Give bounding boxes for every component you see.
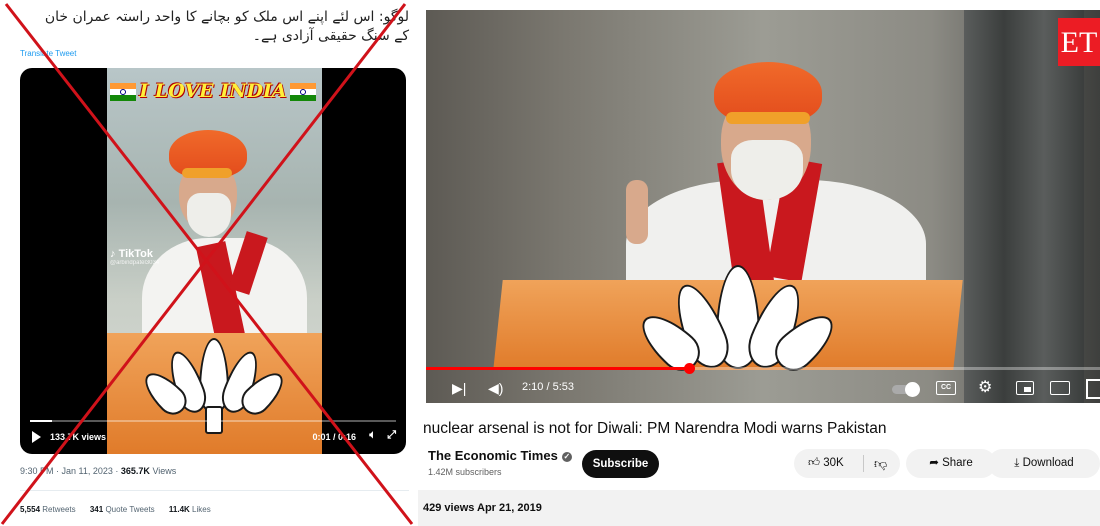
quote-tweets-stat[interactable]: 341 Quote Tweets: [90, 505, 155, 514]
share-icon: ➦: [929, 457, 939, 469]
subscribe-button[interactable]: Subscribe: [582, 450, 659, 478]
dislike-button[interactable]: 👎︎: [874, 449, 887, 478]
speaker-beard: [187, 193, 231, 237]
tweet-timestamp[interactable]: 9:30 PM · Jan 11, 2023: [20, 466, 113, 476]
youtube-controls: ▶| ◀) 2:10 / 5:53 CC ⚙: [426, 377, 1100, 403]
tiktok-handle: @arbindpatel3034: [110, 260, 160, 266]
tweet-video-views: 133.7K views: [50, 432, 107, 442]
youtube-progress-fill: [426, 367, 689, 370]
tweet-views-word: Views: [152, 466, 177, 476]
retweets-stat[interactable]: 5,554 Retweets: [20, 505, 76, 514]
verified-icon: ✓: [561, 451, 572, 462]
tiktok-icon: ♪: [110, 248, 116, 260]
tiktok-watermark: ♪ TikTok @arbindpatel3034: [110, 248, 159, 266]
description-box[interactable]: 429 views Apr 21, 2019: [418, 490, 1100, 526]
download-button[interactable]: ⤓ Download: [988, 449, 1100, 478]
channel-name[interactable]: The Economic Times ✓: [428, 448, 572, 463]
autoplay-toggle[interactable]: [892, 382, 920, 397]
thumbs-up-icon: 👍︎: [808, 457, 821, 469]
tweet-video-time: 0:01 / 0:16: [312, 432, 356, 442]
like-dislike-pill: 👍︎ 30K 👎︎: [794, 449, 900, 478]
video-banner: I LOVE INDIA: [20, 80, 406, 102]
fullscreen-icon[interactable]: [1086, 379, 1100, 399]
settings-icon[interactable]: ⚙: [978, 379, 992, 397]
tweet-views-count: 365.7K: [120, 466, 150, 476]
video-title: nuclear arsenal is not for Diwali: PM Na…: [423, 420, 887, 437]
download-icon: ⤓: [1014, 457, 1020, 469]
like-count: 30K: [823, 457, 844, 469]
youtube-video-player[interactable]: ET ▶| ◀) 2:10 / 5:53 CC ⚙: [426, 10, 1100, 403]
volume-icon[interactable]: ◀): [488, 379, 503, 397]
tweet-video-progress-fill: [30, 420, 52, 422]
tweet-text: لوگو: اس لئے اپنے اس ملک کو بچانے کا واح…: [20, 8, 409, 46]
download-label: Download: [1022, 457, 1074, 469]
turban-band: [726, 112, 810, 124]
divider: [20, 490, 409, 491]
youtube-scrubber-knob[interactable]: [683, 363, 695, 374]
views-and-date: 429 views Apr 21, 2019: [423, 502, 542, 514]
turban-band: [182, 168, 232, 178]
theater-icon[interactable]: [1050, 381, 1070, 395]
youtube-time: 2:10 / 5:53: [522, 381, 574, 393]
play-icon[interactable]: [32, 431, 41, 443]
like-divider: [863, 455, 864, 472]
tweet-stats: 5,554 Retweets 341 Quote Tweets 11.4K Li…: [20, 505, 223, 514]
youtube-progress-bar[interactable]: [426, 363, 1100, 374]
thumbs-down-icon: 👎︎: [874, 456, 888, 471]
india-flag-icon: [110, 83, 137, 101]
translate-tweet-link[interactable]: Translate Tweet: [20, 49, 76, 58]
background-curtain: [964, 10, 1084, 403]
banner-text: I LOVE INDIA: [139, 80, 287, 102]
speaker-beard: [731, 140, 803, 200]
share-button[interactable]: ➦ Share: [906, 449, 996, 478]
volume-icon[interactable]: 🔈︎: [369, 429, 376, 442]
channel-name-text[interactable]: The Economic Times: [428, 448, 558, 463]
tweet-meta: 9:30 PM · Jan 11, 2023 · 365.7K Views: [20, 466, 177, 476]
tweet-text-line-2: کے سنگ حقیقی آزادی ہے۔: [252, 28, 409, 44]
tweet-video-player[interactable]: I LOVE INDIA ♪ TikTok @arbindpatel3034 1…: [20, 68, 406, 454]
tiktok-brand: TikTok: [118, 248, 153, 260]
like-button[interactable]: 👍︎ 30K: [808, 449, 844, 478]
cc-icon[interactable]: CC: [936, 381, 956, 395]
likes-stat[interactable]: 11.4K Likes: [169, 505, 211, 514]
miniplayer-icon[interactable]: [1016, 381, 1034, 395]
next-icon[interactable]: ▶|: [452, 379, 466, 397]
economic-times-logo: ET: [1058, 18, 1100, 66]
youtube-panel: ET ▶| ◀) 2:10 / 5:53 CC ⚙ nuclear arsena…: [418, 0, 1100, 526]
speaker-raised-hand: [626, 180, 648, 244]
share-label: Share: [942, 457, 973, 469]
tweet-text-line-1: لوگو: اس لئے اپنے اس ملک کو بچانے کا واح…: [44, 9, 409, 25]
tweet-panel: لوگو: اس لئے اپنے اس ملک کو بچانے کا واح…: [0, 0, 415, 526]
tweet-video-progress[interactable]: [30, 420, 396, 422]
india-flag-icon: [289, 83, 316, 101]
expand-icon[interactable]: ⤢: [387, 429, 396, 442]
tweet-video-controls: 133.7K views 0:01 / 0:16 🔈︎ ⤢: [20, 426, 406, 450]
channel-subscribers: 1.42M subscribers: [428, 467, 502, 477]
